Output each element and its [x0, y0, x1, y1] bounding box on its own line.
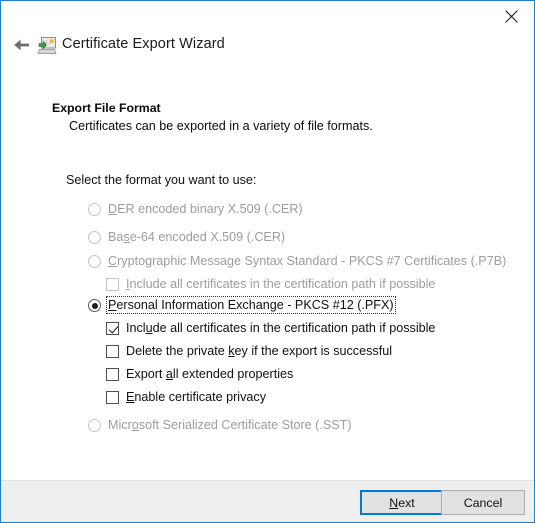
- option-label-pkcs7-include-all: Include all certificates in the certific…: [126, 277, 436, 291]
- certificate-export-wizard-window: Certificate Export Wizard Export File Fo…: [0, 0, 535, 523]
- dialog-footer: Next Cancel: [1, 480, 534, 522]
- certificate-icon: [37, 37, 57, 55]
- option-label-pfx-delete-key[interactable]: Delete the private key if the export is …: [125, 343, 393, 359]
- option-label-der: DER encoded binary X.509 (.CER): [108, 202, 303, 216]
- cancel-button-label: Cancel: [463, 495, 503, 510]
- option-pfx-include-all[interactable]: Include all certificates in the certific…: [106, 320, 436, 336]
- option-pkcs7-include-all: Include all certificates in the certific…: [106, 276, 436, 292]
- format-prompt: Select the format you want to use:: [66, 173, 257, 187]
- option-label-pfx-export-ext[interactable]: Export all extended properties: [125, 366, 294, 382]
- back-arrow-icon: [12, 37, 32, 58]
- next-button-label: Next: [389, 495, 415, 510]
- option-base64: Base-64 encoded X.509 (.CER): [88, 229, 286, 245]
- radio-pkcs7: [88, 255, 101, 268]
- title-bar: Certificate Export Wizard: [1, 1, 534, 72]
- cancel-button[interactable]: Cancel: [441, 490, 525, 515]
- option-pfx-privacy[interactable]: Enable certificate privacy: [106, 389, 267, 405]
- page-subtitle: Certificates can be exported in a variet…: [69, 119, 373, 133]
- option-der: DER encoded binary X.509 (.CER): [88, 201, 304, 217]
- option-sst: Microsoft Serialized Certificate Store (…: [88, 417, 353, 433]
- window-title: Certificate Export Wizard: [62, 36, 225, 52]
- radio-pfx[interactable]: [88, 299, 101, 312]
- checkbox-pfx-export-ext[interactable]: [106, 368, 119, 381]
- option-label-pfx-privacy[interactable]: Enable certificate privacy: [125, 389, 267, 405]
- option-label-base64: Base-64 encoded X.509 (.CER): [108, 230, 286, 244]
- checkbox-pfx-privacy[interactable]: [106, 391, 119, 404]
- option-label-sst: Microsoft Serialized Certificate Store (…: [108, 418, 352, 432]
- option-label-pfx[interactable]: Personal Information Exchange - PKCS #12…: [106, 296, 396, 314]
- checkbox-pkcs7-include-all: [106, 278, 119, 291]
- radio-der: [88, 203, 101, 216]
- back-button[interactable]: [9, 34, 35, 60]
- option-pfx-delete-key[interactable]: Delete the private key if the export is …: [106, 343, 393, 359]
- checkbox-pfx-include-all[interactable]: [106, 322, 119, 335]
- option-pfx[interactable]: Personal Information Exchange - PKCS #12…: [88, 296, 396, 314]
- option-label-pfx-include-all[interactable]: Include all certificates in the certific…: [125, 320, 436, 336]
- options-panel: Select the format you want to use: DER e…: [1, 149, 534, 479]
- close-button[interactable]: [489, 2, 534, 31]
- option-pkcs7: Cryptographic Message Syntax Standard - …: [88, 253, 507, 269]
- next-button[interactable]: Next: [360, 490, 444, 515]
- radio-sst: [88, 419, 101, 432]
- option-label-pkcs7: Cryptographic Message Syntax Standard - …: [108, 254, 507, 268]
- close-icon: [505, 10, 518, 23]
- radio-base64: [88, 231, 101, 244]
- option-pfx-export-ext[interactable]: Export all extended properties: [106, 366, 294, 382]
- page-title: Export File Format: [52, 101, 161, 115]
- checkbox-pfx-delete-key[interactable]: [106, 345, 119, 358]
